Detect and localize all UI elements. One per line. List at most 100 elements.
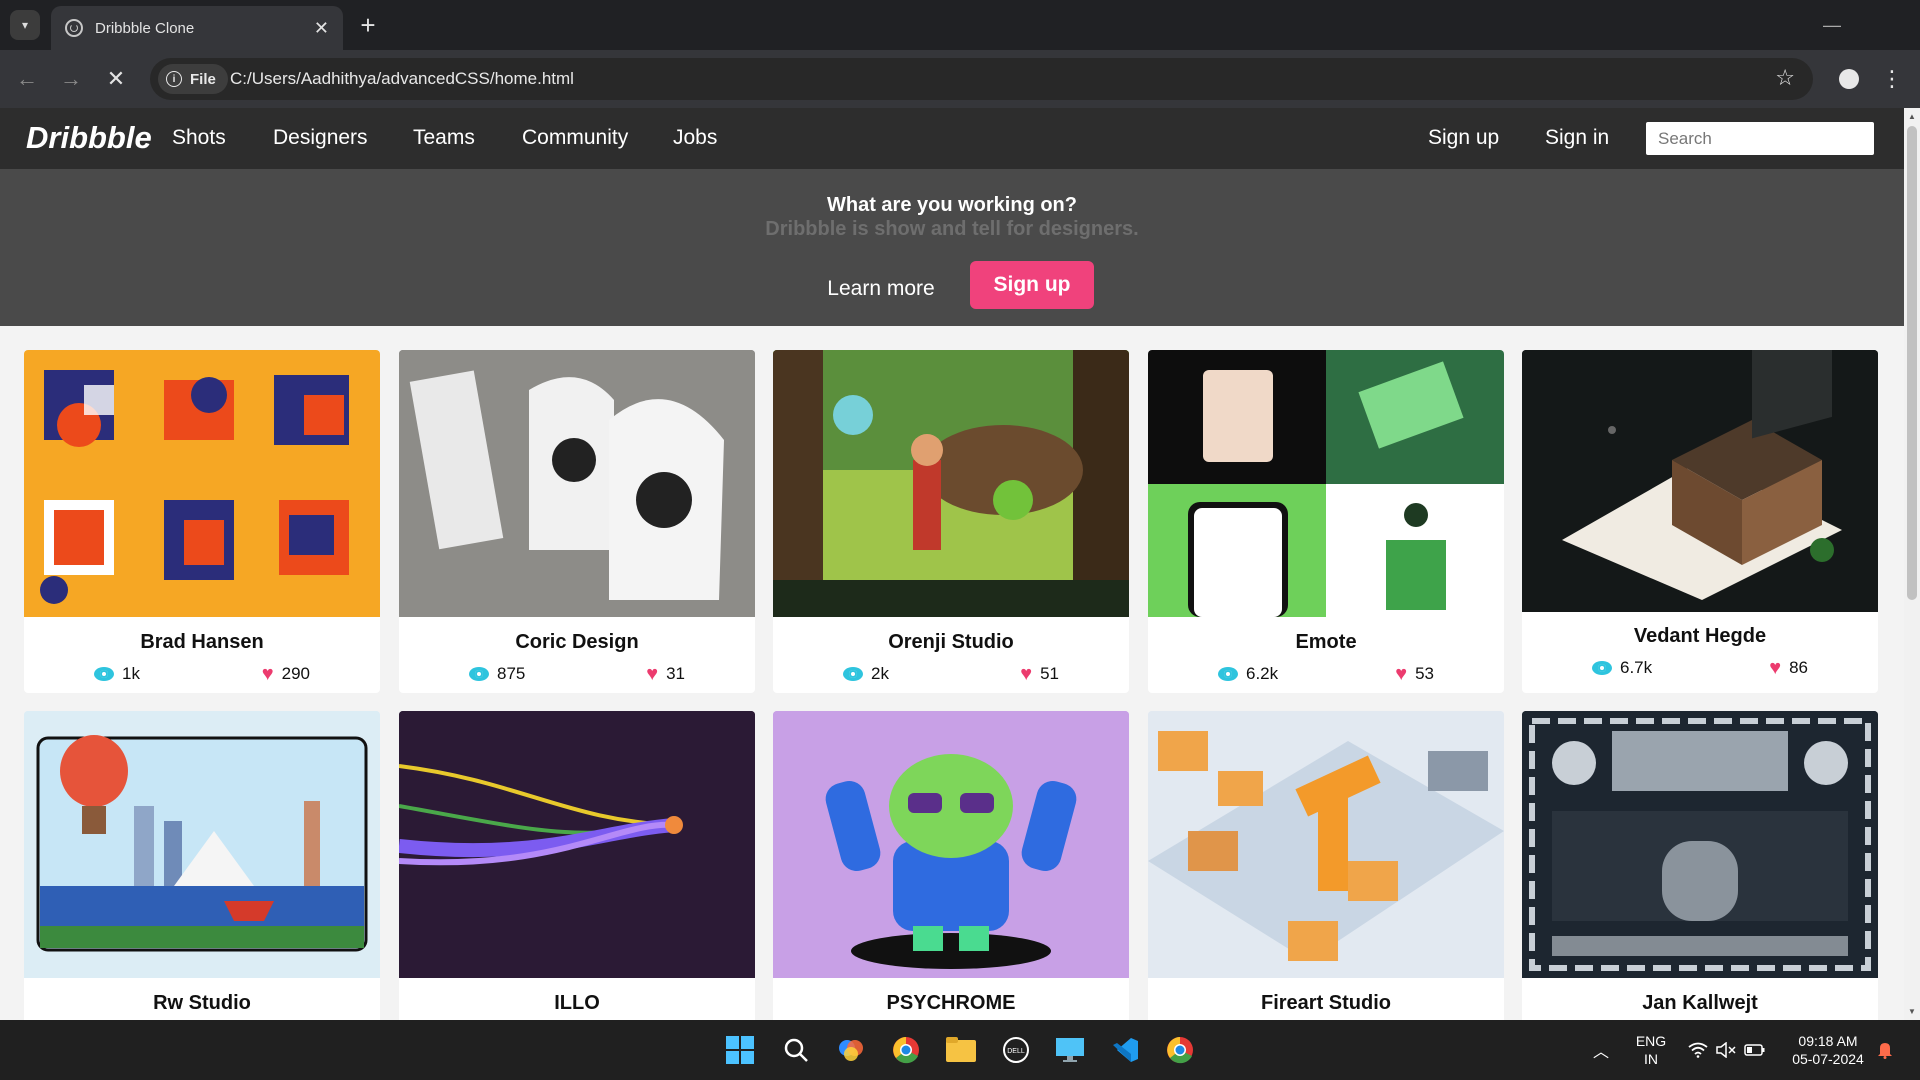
shot-card[interactable]: Coric Design 875 ♥ 31 xyxy=(399,350,755,693)
shot-author[interactable]: Emote xyxy=(1148,631,1504,654)
shot-author[interactable]: Coric Design xyxy=(399,631,755,654)
learn-more-button[interactable]: Learn more xyxy=(818,265,944,313)
shot-card[interactable]: Fireart Studio xyxy=(1148,711,1504,1020)
profile-avatar-icon[interactable] xyxy=(1834,64,1864,94)
shot-author[interactable]: PSYCHROME xyxy=(773,992,1129,1015)
wifi-icon[interactable] xyxy=(1683,1032,1713,1068)
views-count: 1k xyxy=(122,664,140,683)
shot-author[interactable]: Rw Studio xyxy=(24,992,380,1015)
region-code: IN xyxy=(1644,1051,1658,1067)
clock-date: 05-07-2024 xyxy=(1792,1051,1864,1067)
shot-thumbnail[interactable] xyxy=(399,711,755,978)
shot-author[interactable]: Brad Hansen xyxy=(24,631,380,654)
shot-thumbnail[interactable] xyxy=(24,350,380,617)
nav-sign-up[interactable]: Sign up xyxy=(1428,126,1499,150)
shot-card[interactable]: Orenji Studio 2k ♥ 51 xyxy=(773,350,1129,693)
shot-thumbnail[interactable] xyxy=(1522,711,1878,978)
site-info-chip[interactable]: i File xyxy=(158,64,228,94)
clock[interactable]: 09:18 AM 05-07-2024 xyxy=(1783,1032,1873,1068)
heart-icon[interactable]: ♥ xyxy=(1395,664,1407,684)
shot-thumbnail[interactable] xyxy=(1148,350,1504,617)
nav-designers[interactable]: Designers xyxy=(273,126,368,150)
browser-menu-icon[interactable]: ⋮ xyxy=(1877,64,1907,94)
copilot-icon[interactable] xyxy=(833,1032,869,1068)
speaker-muted-icon[interactable] xyxy=(1711,1032,1741,1068)
hero-title: What are you working on? xyxy=(826,194,1077,216)
shot-thumbnail[interactable] xyxy=(773,350,1129,617)
url-text[interactable]: C:/Users/Aadhithya/advancedCSS/home.html xyxy=(230,69,574,89)
clock-time: 09:18 AM xyxy=(1798,1033,1858,1049)
bookmark-star-icon[interactable]: ☆ xyxy=(1775,65,1795,91)
back-arrow-icon[interactable]: ← xyxy=(12,64,42,94)
heart-icon[interactable]: ♥ xyxy=(262,664,274,684)
chrome-icon-2[interactable] xyxy=(1162,1032,1198,1068)
scrollbar-thumb[interactable] xyxy=(1907,126,1917,600)
stop-loading-icon[interactable]: ✕ xyxy=(101,64,131,94)
shot-thumbnail[interactable] xyxy=(24,711,380,978)
nav-sign-in[interactable]: Sign in xyxy=(1545,126,1609,150)
forward-arrow-icon[interactable]: → xyxy=(56,64,86,94)
shot-card[interactable]: Brad Hansen 1k ♥ 290 xyxy=(24,350,380,693)
chrome-icon[interactable] xyxy=(888,1032,924,1068)
vscode-icon[interactable] xyxy=(1107,1032,1143,1068)
likes-count: 31 xyxy=(666,664,685,683)
site-info-label: File xyxy=(190,70,216,88)
shot-author[interactable]: Vedant Hegde xyxy=(1522,625,1878,648)
page-scrollbar[interactable]: ▲ ▼ xyxy=(1904,108,1920,1020)
battery-icon[interactable] xyxy=(1740,1032,1770,1068)
minimize-window-button[interactable] xyxy=(1813,10,1853,40)
views-count: 2k xyxy=(871,664,889,683)
heart-icon[interactable]: ♥ xyxy=(1020,664,1032,684)
dell-icon[interactable]: DELL xyxy=(998,1032,1034,1068)
new-tab-button[interactable]: + xyxy=(353,10,383,40)
desktop-icon[interactable] xyxy=(1052,1032,1088,1068)
shot-author[interactable]: ILLO xyxy=(399,992,755,1015)
hero-subtitle: Dribbble is show and tell for designers. xyxy=(765,218,1139,240)
shot-author[interactable]: Orenji Studio xyxy=(773,631,1129,654)
shot-author[interactable]: Fireart Studio xyxy=(1148,992,1504,1015)
views-icon xyxy=(1592,661,1612,675)
browser-toolbar: ← → ✕ i File C:/Users/Aadhithya/advanced… xyxy=(0,50,1920,108)
browser-tab[interactable]: Dribbble Clone ✕ xyxy=(51,6,343,50)
views-icon xyxy=(469,667,489,681)
file-explorer-icon[interactable] xyxy=(943,1032,979,1068)
nav-teams[interactable]: Teams xyxy=(413,126,475,150)
shot-thumbnail[interactable] xyxy=(399,350,755,617)
windows-taskbar: DELL ︿ ENG IN 09:18 AM 05-07-2024 xyxy=(0,1020,1920,1080)
shot-author[interactable]: Jan Kallwejt xyxy=(1522,992,1878,1015)
language-indicator[interactable]: ENG IN xyxy=(1630,1032,1672,1068)
scroll-up-arrow-icon[interactable]: ▲ xyxy=(1908,112,1916,121)
close-tab-icon[interactable]: ✕ xyxy=(314,18,329,39)
nav-community[interactable]: Community xyxy=(522,126,628,150)
shot-card[interactable]: Vedant Hegde 6.7k ♥ 86 xyxy=(1522,350,1878,693)
notification-bell-icon[interactable] xyxy=(1870,1032,1900,1068)
search-input[interactable] xyxy=(1646,122,1874,155)
shot-thumbnail[interactable] xyxy=(1522,350,1878,612)
hero-sign-up-button[interactable]: Sign up xyxy=(970,261,1094,309)
shot-thumbnail[interactable] xyxy=(773,711,1129,978)
shot-card[interactable]: Jan Kallwejt xyxy=(1522,711,1878,1020)
windows-start-icon[interactable] xyxy=(722,1032,758,1068)
heart-icon[interactable]: ♥ xyxy=(646,664,658,684)
page-favicon-icon xyxy=(65,19,83,37)
nav-jobs[interactable]: Jobs xyxy=(673,126,717,150)
shot-stats: 6.7k ♥ 86 xyxy=(1522,658,1878,678)
hero-banner: What are you working on? Dribbble is sho… xyxy=(0,169,1904,326)
show-hidden-icons-chevron-icon[interactable]: ︿ xyxy=(1583,1032,1619,1068)
nav-shots[interactable]: Shots xyxy=(172,126,226,150)
heart-icon[interactable]: ♥ xyxy=(1769,658,1781,678)
likes-count: 51 xyxy=(1040,664,1059,683)
shot-stats: 6.2k ♥ 53 xyxy=(1148,664,1504,684)
shot-card[interactable]: ILLO xyxy=(399,711,755,1020)
address-bar[interactable]: i File C:/Users/Aadhithya/advancedCSS/ho… xyxy=(150,58,1813,100)
likes-count: 86 xyxy=(1789,658,1808,677)
shot-card[interactable]: PSYCHROME xyxy=(773,711,1129,1020)
shot-thumbnail[interactable] xyxy=(1148,711,1504,978)
dribbble-logo[interactable]: Dribbble xyxy=(26,120,152,156)
search-icon[interactable] xyxy=(778,1032,814,1068)
shot-card[interactable]: Emote 6.2k ♥ 53 xyxy=(1148,350,1504,693)
scroll-down-arrow-icon[interactable]: ▼ xyxy=(1908,1007,1916,1016)
tab-search-button[interactable]: ▾ xyxy=(10,10,40,40)
shot-card[interactable]: Rw Studio xyxy=(24,711,380,1020)
info-icon: i xyxy=(166,71,182,87)
